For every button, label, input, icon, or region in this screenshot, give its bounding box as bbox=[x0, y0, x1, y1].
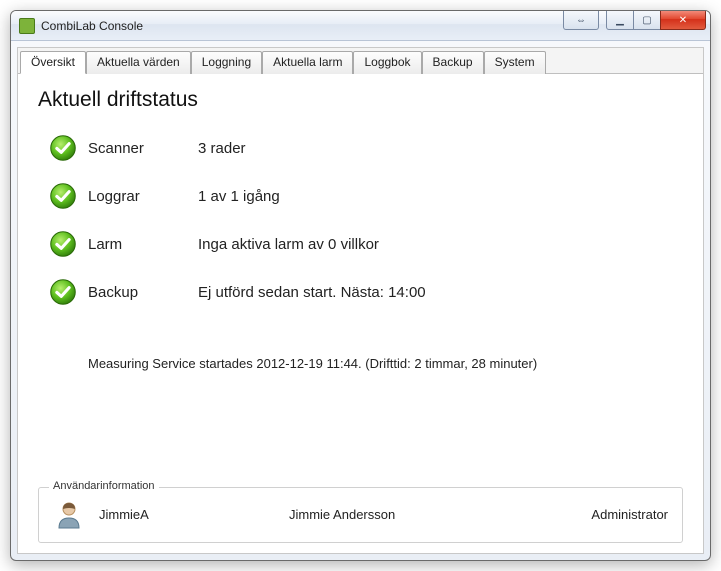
user-row: JimmieA Jimmie Andersson Administrator bbox=[53, 498, 668, 530]
status-label: Backup bbox=[88, 284, 198, 301]
status-row-backup: Backup Ej utförd sedan start. Nästa: 14:… bbox=[38, 278, 683, 306]
status-value: 3 rader bbox=[198, 140, 683, 157]
tab-label: Loggning bbox=[202, 55, 251, 69]
app-window: CombiLab Console ⇔ ▁ ▢ ✕ Översikt Aktuel… bbox=[10, 10, 711, 561]
minimize-icon: ▁ bbox=[616, 15, 624, 26]
spacer bbox=[38, 371, 683, 477]
tabstrip-filler bbox=[546, 50, 703, 73]
status-value: Ej utförd sedan start. Nästa: 14:00 bbox=[198, 284, 683, 301]
user-username: JimmieA bbox=[99, 507, 289, 522]
tab-backup[interactable]: Backup bbox=[422, 51, 484, 74]
nav-arrows-icon: ⇔ bbox=[576, 15, 586, 26]
maximize-button[interactable]: ▢ bbox=[633, 11, 661, 30]
service-info: Measuring Service startades 2012-12-19 1… bbox=[88, 356, 683, 371]
app-icon bbox=[19, 18, 35, 34]
user-role: Administrator bbox=[591, 507, 668, 522]
tab-label: Översikt bbox=[31, 55, 75, 69]
status-value: 1 av 1 igång bbox=[198, 188, 683, 205]
ok-icon bbox=[49, 230, 77, 258]
tab-loggning[interactable]: Loggning bbox=[191, 51, 262, 74]
user-info-box: Användarinformation JimmieA Jimmie Ander… bbox=[38, 487, 683, 543]
tab-aktuella-varden[interactable]: Aktuella värden bbox=[86, 51, 191, 74]
tab-system[interactable]: System bbox=[484, 51, 546, 74]
ok-icon bbox=[49, 134, 77, 162]
minimize-button[interactable]: ▁ bbox=[606, 11, 634, 30]
ok-icon bbox=[49, 278, 77, 306]
status-row-larm: Larm Inga aktiva larm av 0 villkor bbox=[38, 230, 683, 258]
status-label: Loggrar bbox=[88, 188, 198, 205]
tab-label: Backup bbox=[433, 55, 473, 69]
status-value: Inga aktiva larm av 0 villkor bbox=[198, 236, 683, 253]
maximize-icon: ▢ bbox=[642, 15, 651, 26]
close-icon: ✕ bbox=[679, 15, 687, 26]
close-button[interactable]: ✕ bbox=[660, 11, 706, 30]
window-buttons: ⇔ ▁ ▢ ✕ bbox=[564, 11, 710, 40]
tab-oversikt[interactable]: Översikt bbox=[20, 51, 86, 74]
tab-strip: Översikt Aktuella värden Loggning Aktuel… bbox=[18, 48, 703, 74]
user-info-legend: Användarinformation bbox=[49, 480, 159, 492]
avatar-icon bbox=[53, 498, 85, 530]
page-title: Aktuell driftstatus bbox=[38, 88, 683, 112]
ok-icon bbox=[49, 182, 77, 210]
user-fullname: Jimmie Andersson bbox=[289, 507, 591, 522]
tab-label: System bbox=[495, 55, 535, 69]
titlebar[interactable]: CombiLab Console ⇔ ▁ ▢ ✕ bbox=[11, 11, 710, 41]
tab-aktuella-larm[interactable]: Aktuella larm bbox=[262, 51, 353, 74]
window-title: CombiLab Console bbox=[41, 19, 564, 33]
status-label: Larm bbox=[88, 236, 198, 253]
tab-label: Aktuella värden bbox=[97, 55, 180, 69]
status-row-scanner: Scanner 3 rader bbox=[38, 134, 683, 162]
tab-label: Aktuella larm bbox=[273, 55, 342, 69]
tab-label: Loggbok bbox=[364, 55, 410, 69]
status-row-loggrar: Loggrar 1 av 1 igång bbox=[38, 182, 683, 210]
client-area: Översikt Aktuella värden Loggning Aktuel… bbox=[17, 47, 704, 554]
status-label: Scanner bbox=[88, 140, 198, 157]
tab-content: Aktuell driftstatus Scanner 3 rader Logg… bbox=[18, 74, 703, 553]
tab-loggbok[interactable]: Loggbok bbox=[353, 51, 421, 74]
nav-arrows-button[interactable]: ⇔ bbox=[563, 11, 599, 30]
